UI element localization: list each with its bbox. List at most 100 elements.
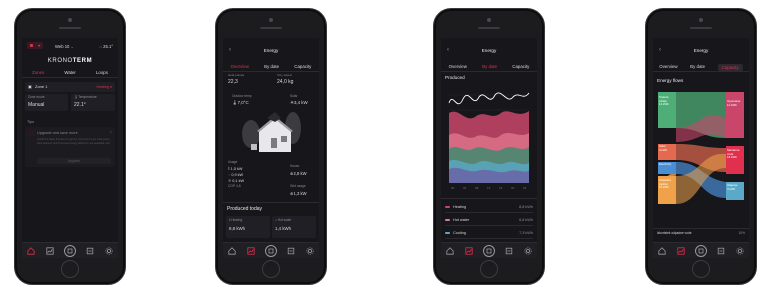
hotwater-swatch [445,218,450,221]
house-value-row: ⊕2,8 kW [290,171,307,176]
nav-main-icon[interactable] [482,244,495,257]
nav-settings-icon[interactable] [104,246,114,256]
nav-energy-icon[interactable] [246,246,256,256]
stat1-value: 22,3 [228,79,238,85]
tab-water[interactable]: Water [64,70,76,77]
nav-energy-icon[interactable] [45,246,55,256]
home-button[interactable] [480,260,498,278]
left-node-label-3: Electricity [659,162,671,166]
nav-home-icon[interactable] [26,246,36,256]
node-value: 12 kWh [659,102,669,107]
nav-settings-icon[interactable] [523,246,533,256]
tab-capacity[interactable]: Capacity [717,64,743,71]
svg-text:04: 04 [463,186,467,190]
house-illustration [242,112,301,152]
logo-light: KRONO [47,58,73,64]
hotwater-card[interactable]: ⌂ Hot water 1,4 kWh [272,216,316,238]
left-node-label-2: Solar 4 kWh [659,144,675,152]
produced-stacked-area-chart: 00 04 08 12 16 20 24 [443,83,535,195]
tab-by-date[interactable]: By date [690,64,705,71]
upgrade-button[interactable]: Upgrade [37,158,111,164]
stat2-value: 24,0 kg [277,79,294,85]
heating-card[interactable]: ⫴ Heating 8,8 kWh [226,216,270,238]
nav-settings-icon[interactable] [305,246,315,256]
left-node-label-4: Odpadna toplota 10 kWh [659,178,675,190]
hotwater-label: Hot water [277,218,292,222]
nav-home-icon[interactable] [657,246,667,256]
close-icon[interactable]: × [110,129,112,134]
chevron-down-icon: ⌄ [70,44,75,49]
section-divider [653,228,749,229]
screen-home: ♥ Web 10 ⌄ ⌂ 25.1° KRONOTERM Zones Water… [22,38,118,258]
tab-capacity[interactable]: Capacity [294,64,311,71]
stat1-label: Heat pumps [228,73,245,77]
screen-energy-overview: ‹ Energy Overview By date Capacity Heat … [223,38,319,258]
nav-home-icon[interactable] [227,246,237,256]
zone-status: Heating ● [96,84,112,89]
nav-main-icon[interactable] [63,244,76,257]
hotwater-label-row: ⌂ Hot water [275,218,292,223]
phone-energy-by-date: ‹ Energy Overview By date Capacity Produ… [433,8,545,285]
nav-energy-icon[interactable] [464,246,474,256]
tip-card: × Upgrade and save more Install the late… [25,127,115,167]
brand-logo: KRONOTERM [22,58,118,65]
tab-overview[interactable]: Overview [227,64,253,72]
page-title: Energy [263,48,279,53]
energy-tabs: Overview By date Capacity [441,64,537,72]
zone-icon: ▣ [28,83,32,89]
weather-selector[interactable]: Web 10 ⌄ [55,44,74,49]
nav-calendar-icon[interactable] [716,246,726,256]
zone-row[interactable]: ▣ Zone 1 Heating ● [25,82,115,92]
svg-text:08: 08 [475,186,479,190]
heating-swatch [445,205,450,208]
heating-label: Heating [231,218,243,222]
bottom-nav [22,242,118,258]
mode-toggle[interactable]: ♥ [27,42,43,49]
outdoor-temp: ⌂ 25.1° [99,44,113,49]
tabs-divider [223,71,319,72]
nav-calendar-icon[interactable] [504,246,514,256]
nav-settings-icon[interactable] [735,246,745,256]
screen-energy-by-date: ‹ Energy Overview By date Capacity Produ… [441,38,537,258]
usage-3-value: 0,1 kW [232,179,245,183]
front-camera [699,18,703,22]
tab-zones[interactable]: Zones [28,70,48,78]
legend-label: Heating [453,204,467,209]
legend-row-cooling[interactable]: Cooling 7,3 kWh [445,227,533,239]
temperature-card[interactable]: 🌡︎Temperature 22.1° [71,94,115,111]
tab-loops[interactable]: Loops [96,70,108,77]
tab-overview[interactable]: Overview [659,64,677,71]
tabs-divider [653,71,749,72]
phone-home: ♥ Web 10 ⌄ ⌂ 25.1° KRONOTERM Zones Water… [14,8,126,285]
tab-overview[interactable]: Overview [449,64,467,71]
front-camera [487,18,491,22]
hotwater-value: 1,4 kWh [275,226,292,231]
temperature-value: 22.1° [74,102,86,108]
legend-row-hotwater[interactable]: Hot water 6,8 kWh [445,214,533,226]
svg-text:20: 20 [511,186,515,190]
zone-name: Zone 1 [35,83,48,89]
nav-energy-icon[interactable] [676,246,686,256]
tab-by-date[interactable]: By date [479,64,500,72]
home-tabs: Zones Water Loops [22,70,118,78]
node-value: 4 kWh [727,186,736,191]
svg-text:12: 12 [487,186,491,190]
home-button[interactable] [692,260,710,278]
house-value: 2,8 kW [293,171,307,176]
home-button[interactable] [262,260,280,278]
nav-calendar-icon[interactable] [85,246,95,256]
logo-bold: TERM [72,58,93,64]
nav-main-icon[interactable] [694,244,707,257]
heating-value: 8,8 kWh [229,226,246,231]
nav-calendar-icon[interactable] [286,246,296,256]
front-camera [269,18,273,22]
legend-row-heating[interactable]: Heating 8,8 kWh [445,201,533,213]
tab-capacity[interactable]: Capacity [512,64,529,71]
nav-main-icon[interactable] [264,244,277,257]
heating-label-row: ⫴ Heating [229,218,243,223]
tab-by-date[interactable]: By date [264,64,279,71]
home-button[interactable] [61,260,79,278]
nav-home-icon[interactable] [445,246,455,256]
zone-mode-card[interactable]: Zone mode Manual [25,94,68,111]
tip-title: Upgrade and save more [37,131,78,135]
